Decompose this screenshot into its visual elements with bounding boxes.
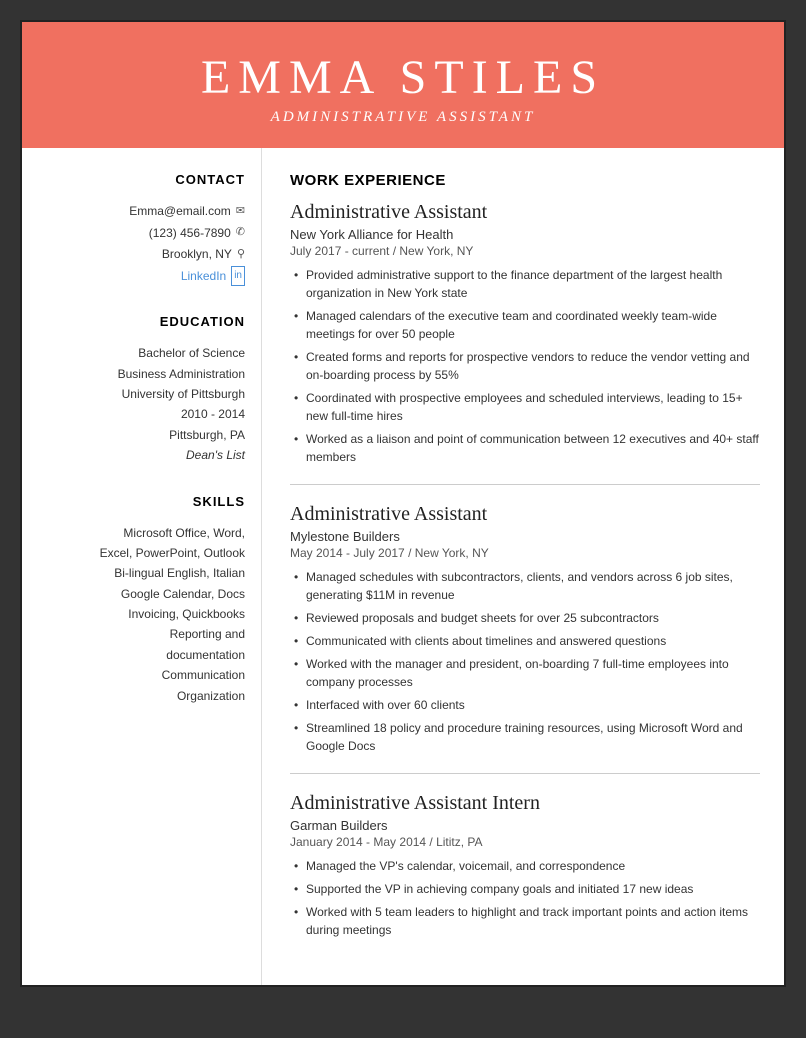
bullet-item: Worked with 5 team leaders to highlight … xyxy=(290,903,760,939)
location-text: Brooklyn, NY xyxy=(162,244,232,266)
work-experience-section: WORK EXPERIENCE Administrative Assistant… xyxy=(290,172,760,939)
phone-icon: ✆ xyxy=(236,223,245,243)
skill-item: Organization xyxy=(42,686,245,706)
edu-years: 2010 - 2014 xyxy=(42,404,245,424)
job-bullets: Provided administrative support to the f… xyxy=(290,266,760,466)
main-content: WORK EXPERIENCE Administrative Assistant… xyxy=(262,148,784,985)
edu-location: Pittsburgh, PA xyxy=(42,425,245,445)
bullet-item: Streamlined 18 policy and procedure trai… xyxy=(290,719,760,755)
linkedin-row[interactable]: LinkedIn in xyxy=(42,266,245,286)
location-row: Brooklyn, NY ⚲ xyxy=(42,244,245,266)
job-entry: Administrative Assistant Intern Garman Bu… xyxy=(290,792,760,939)
bullet-item: Managed schedules with subcontractors, c… xyxy=(290,568,760,604)
skills-section: SKILLS Microsoft Office, Word,Excel, Pow… xyxy=(42,494,245,707)
resume-container: EMMA STILES ADMINISTRATIVE ASSISTANT CON… xyxy=(20,20,786,987)
phone-row: (123) 456-7890 ✆ xyxy=(42,223,245,245)
job-entry: Administrative Assistant New York Allianc… xyxy=(290,201,760,466)
bullet-item: Worked with the manager and president, o… xyxy=(290,655,760,691)
sidebar: CONTACT Emma@email.com ✉ (123) 456-7890 … xyxy=(22,148,262,985)
skill-item: Microsoft Office, Word, xyxy=(42,523,245,543)
skill-item: Google Calendar, Docs xyxy=(42,584,245,604)
job-meta: July 2017 - current / New York, NY xyxy=(290,244,760,258)
skill-item: Excel, PowerPoint, Outlook xyxy=(42,543,245,563)
phone-text: (123) 456-7890 xyxy=(149,223,231,245)
job-title: Administrative Assistant xyxy=(290,503,760,526)
job-meta: May 2014 - July 2017 / New York, NY xyxy=(290,546,760,560)
bullet-item: Worked as a liaison and point of communi… xyxy=(290,430,760,466)
resume-body: CONTACT Emma@email.com ✉ (123) 456-7890 … xyxy=(22,148,784,985)
major: Business Administration xyxy=(42,364,245,384)
email-text: Emma@email.com xyxy=(129,201,231,223)
bullet-item: Reviewed proposals and budget sheets for… xyxy=(290,609,760,627)
job-entry: Administrative Assistant Mylestone Builde… xyxy=(290,503,760,755)
bullet-item: Coordinated with prospective employees a… xyxy=(290,389,760,425)
skill-item: Communication xyxy=(42,665,245,685)
job-title: Administrative Assistant Intern xyxy=(290,792,760,815)
skill-item: documentation xyxy=(42,645,245,665)
jobs-list: Administrative Assistant New York Allianc… xyxy=(290,201,760,939)
candidate-name: EMMA STILES xyxy=(42,50,764,105)
job-title: Administrative Assistant xyxy=(290,201,760,224)
job-company: New York Alliance for Health xyxy=(290,227,760,242)
job-meta: January 2014 - May 2014 / Lititz, PA xyxy=(290,835,760,849)
bullet-item: Interfaced with over 60 clients xyxy=(290,696,760,714)
job-company: Garman Builders xyxy=(290,818,760,833)
degree: Bachelor of Science xyxy=(42,343,245,363)
contact-title: CONTACT xyxy=(42,172,245,191)
skill-item: Bi-lingual English, Italian xyxy=(42,563,245,583)
bullet-item: Created forms and reports for prospectiv… xyxy=(290,348,760,384)
education-section: EDUCATION Bachelor of Science Business A… xyxy=(42,314,245,465)
work-experience-title: WORK EXPERIENCE xyxy=(290,172,760,191)
resume-header: EMMA STILES ADMINISTRATIVE ASSISTANT xyxy=(22,22,784,148)
skills-list: Microsoft Office, Word,Excel, PowerPoint… xyxy=(42,523,245,707)
university: University of Pittsburgh xyxy=(42,384,245,404)
education-title: EDUCATION xyxy=(42,314,245,333)
candidate-title: ADMINISTRATIVE ASSISTANT xyxy=(42,109,764,126)
skill-item: Reporting and xyxy=(42,624,245,644)
bullet-item: Managed calendars of the executive team … xyxy=(290,307,760,343)
job-bullets: Managed the VP's calendar, voicemail, an… xyxy=(290,857,760,939)
edu-honors: Dean's List xyxy=(42,445,245,465)
bullet-item: Communicated with clients about timeline… xyxy=(290,632,760,650)
skills-title: SKILLS xyxy=(42,494,245,513)
job-company: Mylestone Builders xyxy=(290,529,760,544)
linkedin-link[interactable]: LinkedIn xyxy=(181,266,226,286)
bullet-item: Provided administrative support to the f… xyxy=(290,266,760,302)
bullet-item: Supported the VP in achieving company go… xyxy=(290,880,760,898)
email-row: Emma@email.com ✉ xyxy=(42,201,245,223)
job-bullets: Managed schedules with subcontractors, c… xyxy=(290,568,760,755)
linkedin-icon: in xyxy=(231,266,245,286)
location-icon: ⚲ xyxy=(237,245,245,265)
skill-item: Invoicing, Quickbooks xyxy=(42,604,245,624)
contact-section: CONTACT Emma@email.com ✉ (123) 456-7890 … xyxy=(42,172,245,286)
email-icon: ✉ xyxy=(236,202,245,222)
bullet-item: Managed the VP's calendar, voicemail, an… xyxy=(290,857,760,875)
